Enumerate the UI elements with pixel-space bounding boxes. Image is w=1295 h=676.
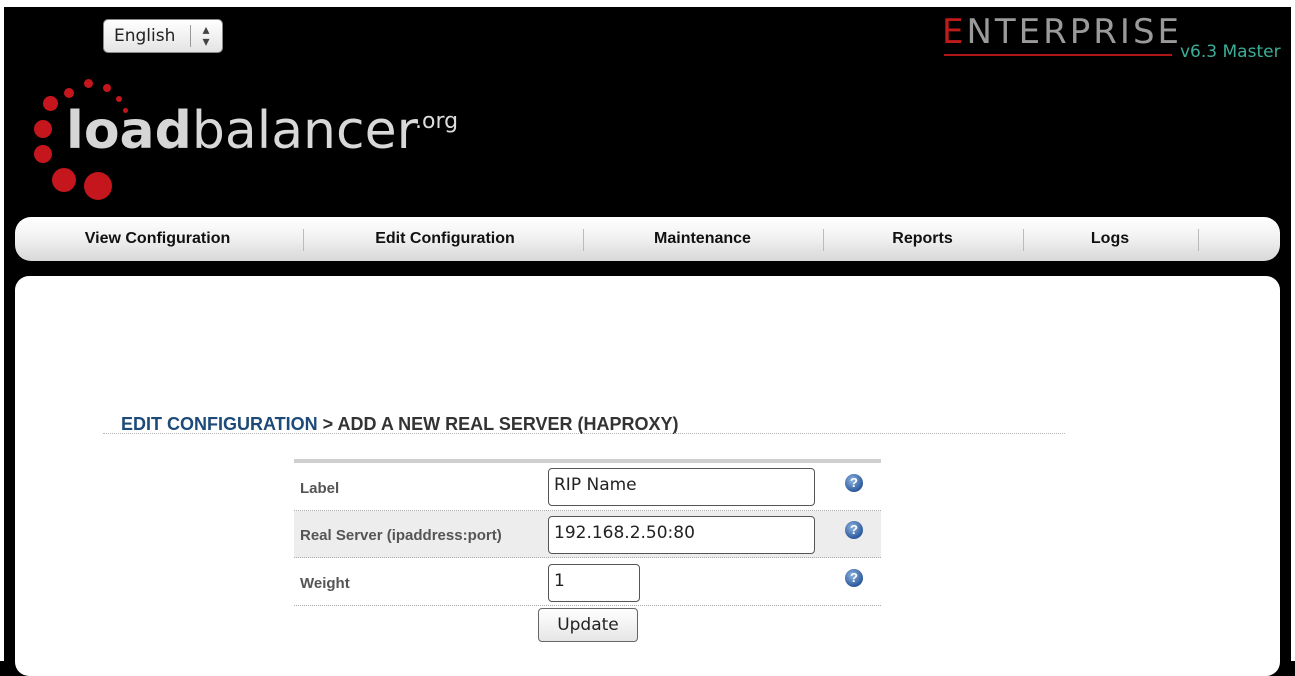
language-select-value: English: [114, 26, 176, 46]
logo-dot: [34, 120, 52, 138]
breadcrumb-edit-configuration[interactable]: EDIT CONFIGURATION: [121, 414, 318, 434]
logo-dot: [52, 168, 76, 192]
nav-divider: [1023, 229, 1024, 251]
logo-bold: load: [66, 101, 192, 161]
logo-dot: [64, 88, 74, 98]
nav-divider: [583, 229, 584, 251]
main-nav: View Configuration Edit Configuration Ma…: [15, 217, 1280, 261]
enterprise-wordmark: ENTERPRISE: [942, 12, 1182, 52]
logo-dot: [84, 79, 93, 88]
logo-dot: [43, 96, 58, 111]
enterprise-rest: NTERPRISE: [966, 12, 1183, 52]
real-server-field-label: Real Server (ipaddress:port): [300, 527, 502, 544]
nav-divider: [823, 229, 824, 251]
real-server-input[interactable]: 192.168.2.50:80: [548, 516, 815, 554]
enterprise-underline: [944, 54, 1172, 56]
logo-dot: [34, 145, 52, 163]
page-title-text: ADD A NEW REAL SERVER (HAPROXY): [337, 414, 679, 434]
page-title: EDIT CONFIGURATION > ADD A NEW REAL SERV…: [121, 414, 679, 435]
version-label: v6.3 Master: [1180, 42, 1281, 62]
label-field-label: Label: [300, 480, 340, 497]
nav-divider: [303, 229, 304, 251]
label-input[interactable]: RIP Name: [548, 468, 815, 506]
enterprise-initial: E: [942, 12, 967, 52]
breadcrumb-separator: >: [317, 414, 338, 434]
logo-suffix: .org: [415, 109, 459, 134]
weight-input[interactable]: 1: [548, 564, 640, 602]
nav-divider: [1198, 229, 1199, 251]
update-button[interactable]: Update: [538, 608, 638, 642]
up-down-arrows-icon: ▴ ▾: [202, 22, 210, 50]
logo-wordmark: loadbalancer: [66, 101, 418, 161]
nav-view-configuration[interactable]: View Configuration: [55, 217, 260, 261]
nav-maintenance[interactable]: Maintenance: [615, 217, 790, 261]
help-icon[interactable]: ?: [845, 569, 863, 587]
logo-dot: [84, 172, 112, 200]
select-divider: [190, 25, 191, 47]
heading-rule: [103, 433, 1065, 434]
nav-edit-configuration[interactable]: Edit Configuration: [335, 217, 555, 261]
nav-logs[interactable]: Logs: [1045, 217, 1175, 261]
logo-rest: balancer: [191, 101, 418, 161]
weight-field-label: Weight: [300, 575, 350, 592]
help-icon[interactable]: ?: [845, 474, 863, 492]
logo-dot: [103, 84, 111, 92]
nav-reports[interactable]: Reports: [855, 217, 990, 261]
help-icon[interactable]: ?: [845, 521, 863, 539]
language-select[interactable]: English ▴ ▾: [103, 19, 223, 53]
